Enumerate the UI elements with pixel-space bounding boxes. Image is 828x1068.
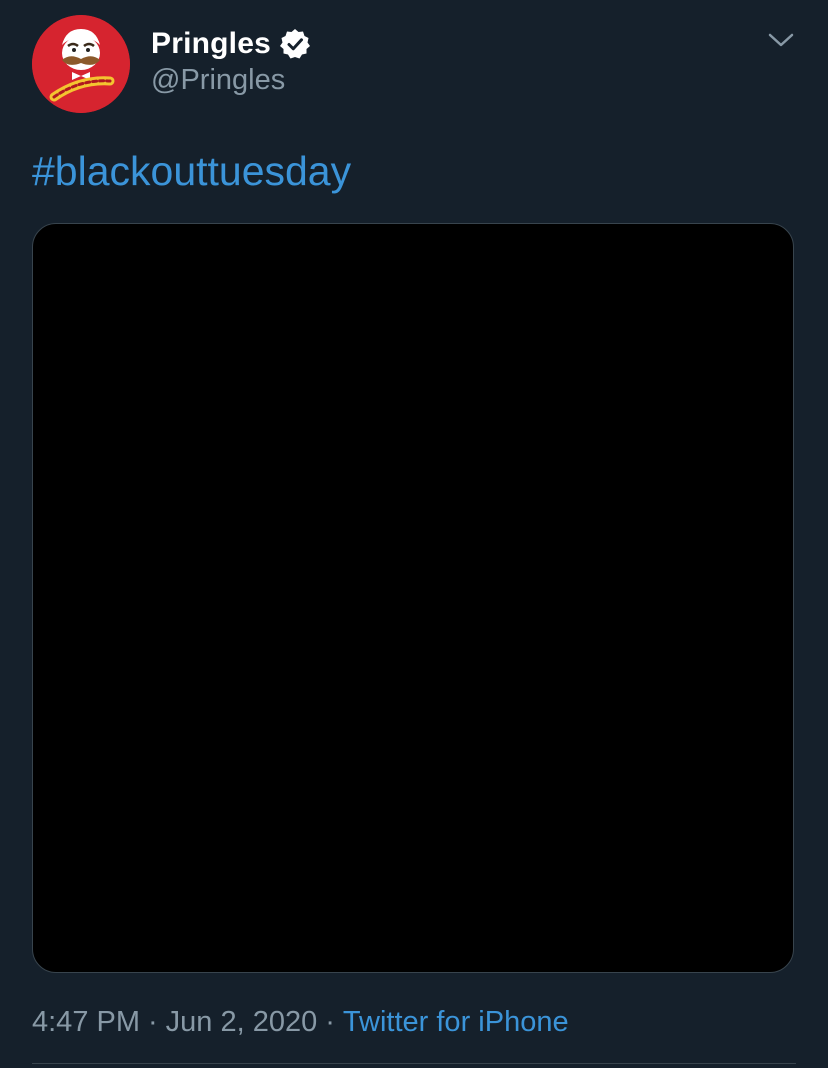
avatar[interactable]	[32, 15, 130, 113]
tweet-source-link[interactable]: Twitter for iPhone	[343, 1006, 569, 1038]
meta-separator: ·	[325, 1006, 335, 1038]
author-name-row[interactable]: Pringles	[151, 24, 311, 64]
verified-badge-icon	[279, 29, 310, 59]
tweet-date[interactable]: Jun 2, 2020	[166, 1006, 318, 1038]
meta-separator: ·	[148, 1006, 158, 1038]
author-handle[interactable]: @Pringles	[151, 64, 285, 97]
display-name[interactable]: Pringles	[151, 27, 271, 61]
hashtag-link[interactable]: #blackouttuesday	[32, 148, 351, 195]
tweet-image[interactable]	[32, 223, 794, 973]
divider	[32, 1063, 796, 1064]
tweet[interactable]: Pringles @Pringles #blackouttuesday 4:47…	[0, 0, 828, 1068]
tweet-meta: 4:47 PM · Jun 2, 2020 · Twitter for iPhone	[32, 1006, 569, 1039]
tweet-time: 4:47 PM	[32, 1006, 140, 1038]
pringles-logo-icon	[32, 15, 130, 113]
chevron-down-icon[interactable]	[766, 29, 796, 51]
